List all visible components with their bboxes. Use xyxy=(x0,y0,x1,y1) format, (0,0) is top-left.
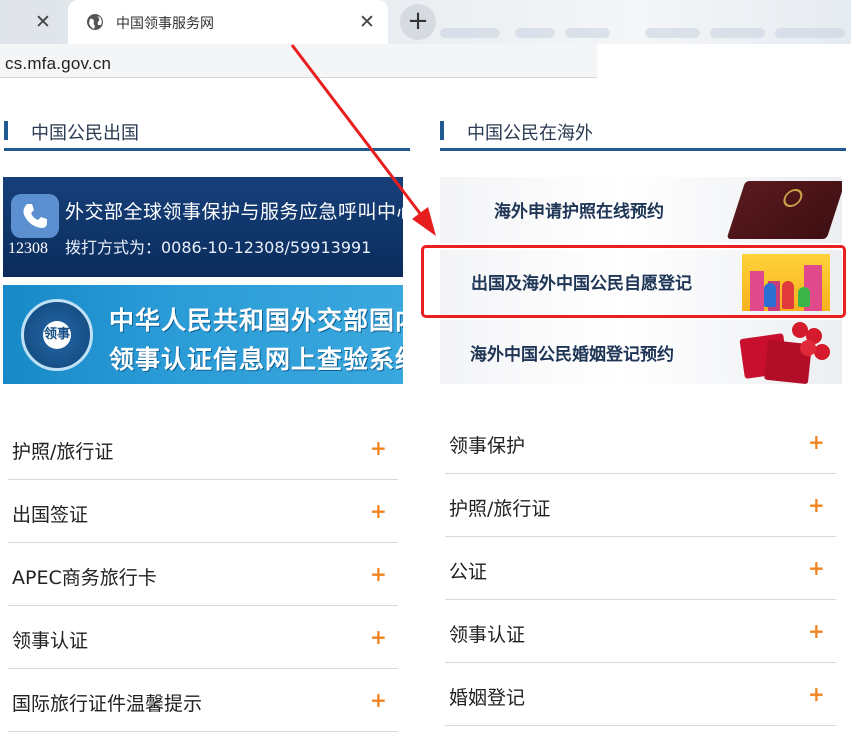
seal-center: 领事 xyxy=(43,321,71,349)
tab-title: 中国领事服务网 xyxy=(116,16,214,32)
citizen-registration-banner[interactable]: 出国及海外中国公民自愿登记 xyxy=(440,250,842,316)
globe-icon xyxy=(87,14,103,30)
banner-label: 海外中国公民婚姻登记预约 xyxy=(470,345,674,365)
plus-icon[interactable]: + xyxy=(808,430,825,454)
tab-close-icon[interactable]: ✕ xyxy=(354,9,380,35)
list-item[interactable]: 领事认证 + xyxy=(8,606,398,669)
travelers-illustration xyxy=(742,254,830,311)
section-title: 中国公民在海外 xyxy=(467,123,593,144)
blurred-bookmark xyxy=(565,28,610,38)
plus-icon[interactable]: + xyxy=(370,688,387,712)
rose-icon xyxy=(800,340,816,356)
plus-icon[interactable]: + xyxy=(808,556,825,580)
national-emblem-icon xyxy=(780,189,805,207)
section-header-overseas: 中国公民在海外 xyxy=(440,111,846,151)
list-item[interactable]: 婚姻登记 + xyxy=(445,663,836,726)
list-item-label: 领事保护 xyxy=(449,435,526,457)
hotline-number: 12308 xyxy=(8,240,48,257)
previous-tab-close-icon[interactable]: ✕ xyxy=(30,9,56,35)
list-item-label: 国际旅行证件温馨提示 xyxy=(12,693,203,715)
banner-label: 海外申请护照在线预约 xyxy=(494,202,664,222)
illustration-person xyxy=(798,287,810,307)
list-item-label: 出国签证 xyxy=(12,504,89,526)
list-item-label: 公证 xyxy=(449,561,488,583)
banner-label: 出国及海外中国公民自愿登记 xyxy=(471,274,692,294)
plus-icon[interactable]: + xyxy=(808,619,825,643)
list-item-label: 护照/旅行证 xyxy=(449,498,551,520)
hotline-banner[interactable]: 12308 外交部全球领事保护与服务应急呼叫中心 拨打方式为：0086-10-1… xyxy=(3,177,403,277)
list-item[interactable]: 公证 + xyxy=(445,537,836,600)
blurred-bookmark xyxy=(440,28,500,38)
list-item[interactable]: 领事保护 + xyxy=(445,411,836,474)
list-item[interactable]: 国际旅行证件温馨提示 + xyxy=(8,669,398,732)
blurred-bookmark xyxy=(775,28,845,38)
rose-icon xyxy=(814,344,830,360)
plus-icon[interactable]: + xyxy=(370,436,387,460)
phone-icon xyxy=(11,194,59,238)
plus-icon[interactable]: + xyxy=(370,625,387,649)
list-item-label: 婚姻登记 xyxy=(449,687,526,709)
verification-banner[interactable]: 领事 中华人民共和国外交部国内 领事认证信息网上查验系统 xyxy=(3,285,403,384)
address-bar[interactable]: cs.mfa.gov.cn xyxy=(0,44,597,78)
active-tab[interactable]: 中国领事服务网 ✕ xyxy=(68,0,388,44)
list-item[interactable]: APEC商务旅行卡 + xyxy=(8,543,398,606)
header-accent-bar xyxy=(440,121,444,140)
list-item-label: APEC商务旅行卡 xyxy=(12,567,157,589)
verification-title-line1: 中华人民共和国外交部国内 xyxy=(109,306,403,335)
blurred-bookmark xyxy=(710,28,765,38)
url-text[interactable]: cs.mfa.gov.cn xyxy=(5,54,111,74)
passport-appointment-banner[interactable]: 海外申请护照在线预约 xyxy=(440,177,842,243)
consular-seal-icon: 领事 xyxy=(21,299,93,371)
marriage-certificate-image xyxy=(739,322,832,384)
page-blank-area xyxy=(597,44,851,78)
illustration-person xyxy=(764,283,776,307)
verification-title-line2: 领事认证信息网上查验系统 xyxy=(109,345,403,374)
illustration-building xyxy=(750,271,764,311)
list-item-label: 护照/旅行证 xyxy=(12,441,114,463)
section-title: 中国公民出国 xyxy=(31,123,139,144)
plus-icon[interactable]: + xyxy=(808,493,825,517)
list-item-label: 领事认证 xyxy=(449,624,526,646)
blurred-bookmark xyxy=(645,28,700,38)
marriage-registration-banner[interactable]: 海外中国公民婚姻登记预约 xyxy=(440,320,842,384)
illustration-person xyxy=(782,281,794,309)
browser-tab-strip: ✕ 中国领事服务网 ✕ + xyxy=(0,0,851,44)
passport-image xyxy=(726,181,842,239)
plus-icon[interactable]: + xyxy=(370,562,387,586)
list-item[interactable]: 出国签证 + xyxy=(8,480,398,543)
list-item[interactable]: 护照/旅行证 + xyxy=(445,474,836,537)
list-item[interactable]: 领事认证 + xyxy=(445,600,836,663)
header-accent-bar xyxy=(4,121,8,140)
plus-icon[interactable]: + xyxy=(370,499,387,523)
list-item-label: 领事认证 xyxy=(12,630,89,652)
blurred-bookmark xyxy=(515,28,555,38)
list-item[interactable]: 护照/旅行证 + xyxy=(8,417,398,480)
section-header-outbound: 中国公民出国 xyxy=(4,111,410,151)
new-tab-button[interactable]: + xyxy=(400,4,436,40)
hotline-dial-info: 拨打方式为：0086-10-12308/59913991 xyxy=(65,238,372,257)
hotline-title: 外交部全球领事保护与服务应急呼叫中心 xyxy=(65,201,403,223)
plus-icon[interactable]: + xyxy=(808,682,825,706)
